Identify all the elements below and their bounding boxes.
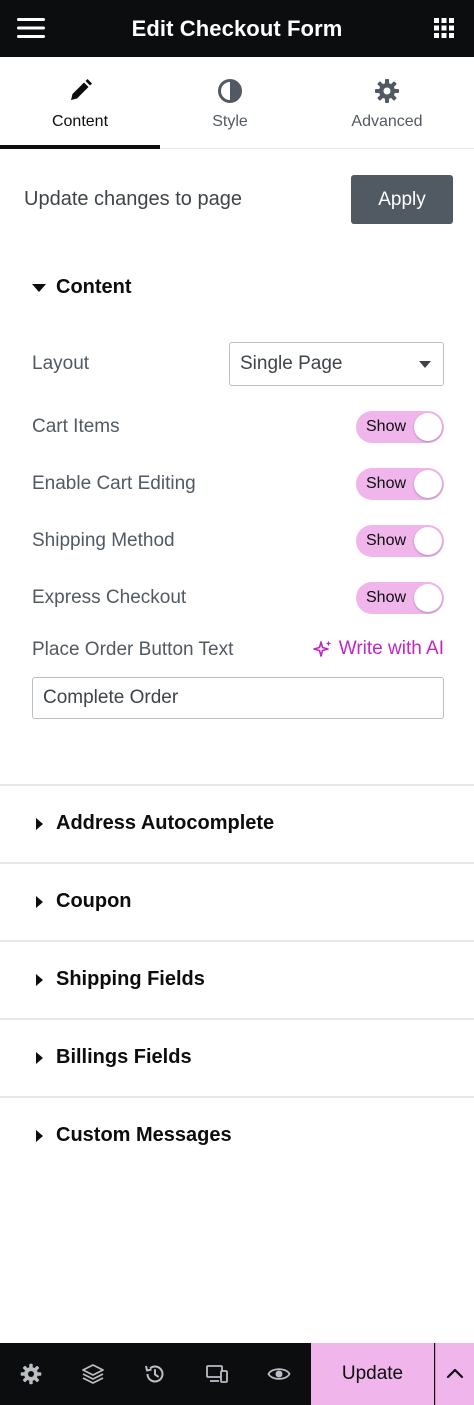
- shipping-method-toggle[interactable]: Show: [356, 525, 444, 557]
- billings-fields-section[interactable]: Billings Fields: [0, 1018, 474, 1096]
- enable-cart-editing-label: Enable Cart Editing: [32, 473, 196, 494]
- content-section-header[interactable]: Content: [32, 276, 132, 299]
- section-title: Content: [56, 276, 132, 298]
- toggle-state: Show: [366, 589, 407, 606]
- caret-right-icon: [36, 817, 43, 830]
- section-title: Custom Messages: [56, 1124, 232, 1146]
- preview-button[interactable]: [248, 1343, 310, 1405]
- write-with-ai-link[interactable]: Write with AI: [312, 638, 444, 660]
- publish-options-button[interactable]: [435, 1343, 474, 1405]
- editor-header: Edit Checkout Form: [0, 0, 474, 57]
- eye-icon: [267, 1368, 291, 1380]
- tab-style[interactable]: Style: [160, 57, 300, 148]
- editor-footer: Update: [0, 1343, 474, 1405]
- section-title: Billings Fields: [56, 1046, 192, 1068]
- toggle-knob: [414, 470, 442, 498]
- section-header[interactable]: Address Autocomplete: [32, 812, 274, 835]
- caret-down-icon: [419, 361, 431, 368]
- responsive-mode-button[interactable]: [186, 1343, 248, 1405]
- hamburger-menu-icon[interactable]: [14, 14, 48, 42]
- update-button[interactable]: Update: [311, 1343, 434, 1405]
- caret-down-icon: [32, 283, 46, 292]
- toggle-state: Show: [366, 475, 407, 492]
- tab-label: Advanced: [351, 113, 423, 130]
- cart-items-label: Cart Items: [32, 416, 120, 437]
- section-title: Shipping Fields: [56, 968, 205, 990]
- half-circle-icon: [218, 79, 242, 103]
- tab-label: Content: [51, 113, 109, 130]
- caret-right-icon: [36, 973, 43, 986]
- navigator-button[interactable]: [62, 1343, 124, 1405]
- layout-select[interactable]: Single Page: [229, 342, 444, 386]
- caret-right-icon: [36, 1051, 43, 1064]
- shipping-method-label: Shipping Method: [32, 530, 175, 551]
- custom-messages-section[interactable]: Custom Messages: [0, 1096, 474, 1174]
- settings-button[interactable]: [0, 1343, 62, 1405]
- layout-select-value: Single Page: [240, 353, 343, 374]
- express-checkout-toggle[interactable]: Show: [356, 582, 444, 614]
- gear-icon: [20, 1363, 42, 1385]
- place-order-text-input[interactable]: [32, 677, 444, 719]
- section-header[interactable]: Billings Fields: [32, 1046, 192, 1069]
- content-section: Content Layout Single Page Cart Items Sh…: [0, 260, 474, 784]
- section-header[interactable]: Coupon: [32, 890, 132, 913]
- caret-right-icon: [36, 895, 43, 908]
- devices-icon: [206, 1365, 228, 1383]
- tab-advanced[interactable]: Advanced: [300, 57, 474, 148]
- toggle-state: Show: [366, 532, 407, 549]
- coupon-section[interactable]: Coupon: [0, 862, 474, 940]
- shipping-fields-section[interactable]: Shipping Fields: [0, 940, 474, 1018]
- address-autocomplete-section[interactable]: Address Autocomplete: [0, 784, 474, 862]
- section-header[interactable]: Custom Messages: [32, 1124, 232, 1147]
- widgets-grid-icon[interactable]: [428, 12, 460, 44]
- apply-bar: Update changes to page Apply: [0, 150, 474, 250]
- toggle-knob: [414, 527, 442, 555]
- section-title: Address Autocomplete: [56, 812, 275, 834]
- layers-icon: [82, 1364, 104, 1384]
- tab-content[interactable]: Content: [0, 57, 160, 149]
- history-button[interactable]: [124, 1343, 186, 1405]
- toggle-knob: [414, 413, 442, 441]
- toggle-state: Show: [366, 418, 407, 435]
- tab-label: Style: [212, 113, 248, 130]
- caret-right-icon: [36, 1129, 43, 1142]
- gear-icon: [375, 79, 399, 103]
- history-icon: [145, 1365, 164, 1383]
- apply-hint-text: Update changes to page: [24, 188, 242, 210]
- panel-tabs: Content Style Advanced: [0, 57, 474, 149]
- section-header[interactable]: Shipping Fields: [32, 968, 205, 991]
- panel-title: Edit Checkout Form: [131, 15, 343, 41]
- enable-cart-editing-toggle[interactable]: Show: [356, 468, 444, 500]
- pencil-icon: [71, 79, 92, 100]
- cart-items-toggle[interactable]: Show: [356, 411, 444, 443]
- layout-label: Layout: [32, 353, 90, 374]
- write-with-ai-label: Write with AI: [338, 638, 444, 659]
- toggle-knob: [414, 584, 442, 612]
- apply-button[interactable]: Apply: [351, 175, 453, 224]
- sparkle-icon: [312, 640, 332, 657]
- express-checkout-label: Express Checkout: [32, 587, 187, 608]
- place-order-label: Place Order Button Text: [32, 639, 234, 660]
- chevron-up-icon: [446, 1368, 464, 1379]
- section-title: Coupon: [56, 890, 132, 912]
